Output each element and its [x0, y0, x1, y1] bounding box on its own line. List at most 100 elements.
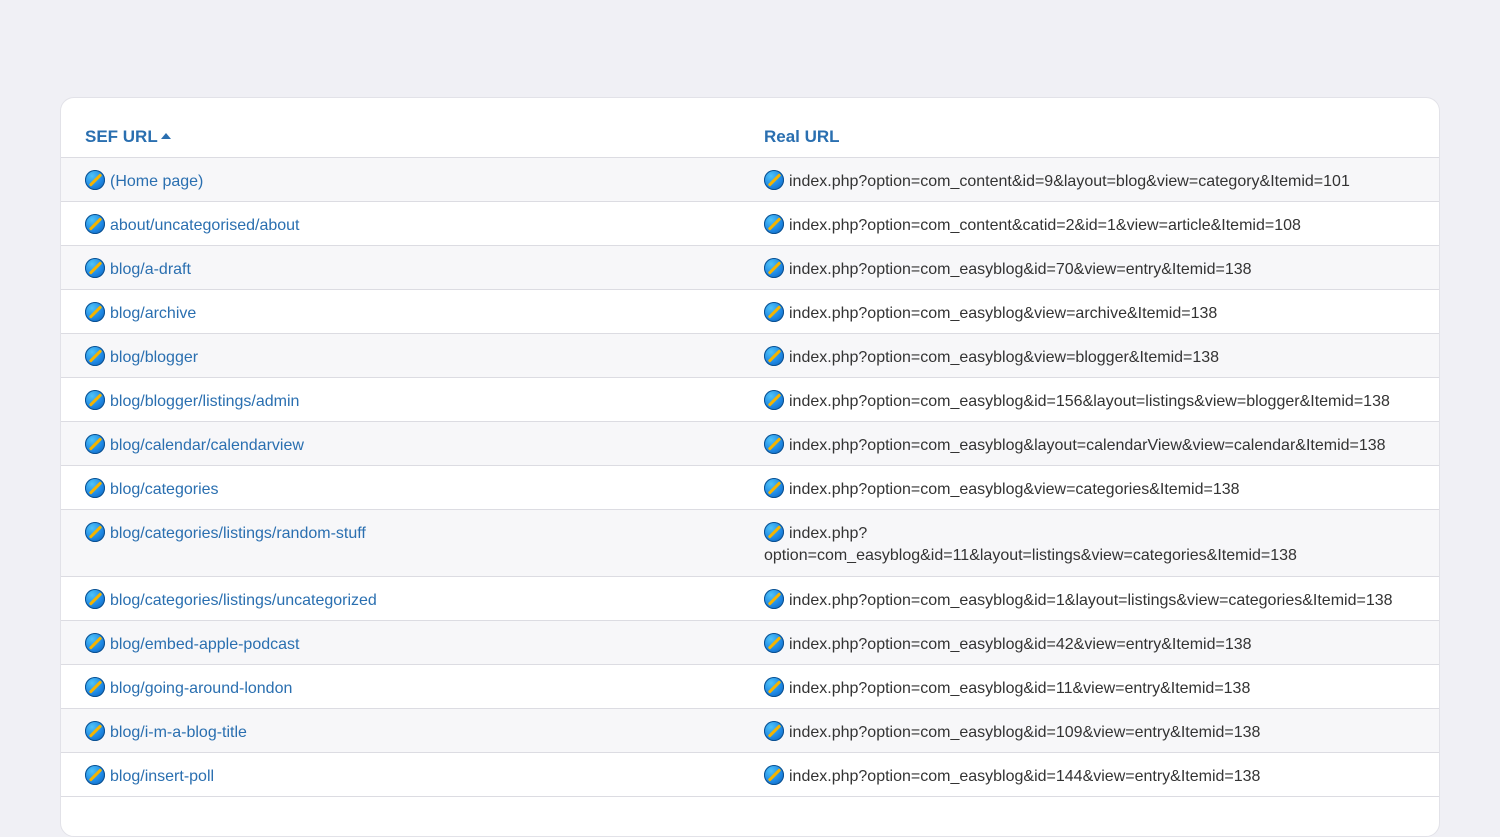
real-url-cell: index.php?option=com_easyblog&id=156&lay…: [764, 390, 1419, 413]
table-row: blog/insert-poll index.php?option=com_eas…: [61, 753, 1439, 797]
caret-up-icon: [160, 133, 171, 139]
edit-icon[interactable]: [85, 434, 105, 454]
edit-icon[interactable]: [85, 765, 105, 785]
sef-url-cell: blog/archive: [85, 302, 196, 325]
edit-icon[interactable]: [764, 390, 784, 410]
real-url-cell: index.php?option=com_easyblog&id=109&vie…: [764, 721, 1419, 744]
real-url-cell: index.php?option=com_easyblog&view=blogg…: [764, 346, 1419, 369]
edit-icon[interactable]: [85, 390, 105, 410]
real-url-text: index.php? option=com_easyblog&id=11&layo…: [764, 525, 1297, 564]
table-row: blog/archive index.php?option=com_easyblo…: [61, 290, 1439, 334]
table-row: blog/i-m-a-blog-title index.php?option=co…: [61, 709, 1439, 753]
edit-icon[interactable]: [85, 589, 105, 609]
edit-icon[interactable]: [85, 214, 105, 234]
edit-icon[interactable]: [764, 478, 784, 498]
real-url-header-label: Real URL: [764, 127, 840, 146]
sef-url-cell: blog/embed-apple-podcast: [85, 633, 299, 656]
edit-icon[interactable]: [764, 302, 784, 322]
table-row: blog/a-draft index.php?option=com_easyblo…: [61, 246, 1439, 290]
table-body: (Home page) index.php?option=com_content&…: [61, 158, 1439, 797]
edit-icon[interactable]: [764, 633, 784, 653]
edit-icon[interactable]: [764, 522, 784, 542]
real-url-text: index.php?option=com_easyblog&view=blogg…: [789, 349, 1220, 366]
real-url-cell: index.php?option=com_easyblog&id=1&layou…: [764, 589, 1419, 612]
table-row: blog/going-around-london index.php?option…: [61, 665, 1439, 709]
sef-url-cell: blog/categories/listings/random-stuff: [85, 522, 366, 545]
real-url-cell: index.php?option=com_easyblog&id=70&view…: [764, 258, 1419, 281]
sef-url-link[interactable]: (Home page): [110, 173, 203, 190]
table-row: blog/categories/listings/uncategorized in…: [61, 577, 1439, 621]
edit-icon[interactable]: [764, 214, 784, 234]
sef-url-cell: blog/insert-poll: [85, 765, 214, 788]
edit-icon[interactable]: [764, 346, 784, 366]
sef-urls-panel: SEF URL Real URL (Home page) index.php?op…: [60, 97, 1440, 837]
sef-url-link[interactable]: blog/i-m-a-blog-title: [110, 724, 247, 741]
real-url-cell: index.php? option=com_easyblog&id=11&layo…: [764, 522, 1419, 567]
edit-icon[interactable]: [764, 434, 784, 454]
real-url-cell: index.php?option=com_easyblog&view=categ…: [764, 478, 1419, 501]
sef-url-link[interactable]: blog/categories/listings/random-stuff: [110, 525, 366, 542]
real-url-cell: index.php?option=com_easyblog&id=11&view…: [764, 677, 1419, 700]
real-url-text: index.php?option=com_easyblog&id=156&lay…: [789, 393, 1390, 410]
real-url-text: index.php?option=com_easyblog&id=109&vie…: [789, 724, 1261, 741]
real-url-text: index.php?option=com_easyblog&view=archi…: [789, 305, 1218, 322]
sef-url-link[interactable]: blog/embed-apple-podcast: [110, 636, 299, 653]
table-row: (Home page) index.php?option=com_content&…: [61, 158, 1439, 202]
table-header: SEF URL Real URL: [61, 98, 1439, 158]
sef-url-link[interactable]: blog/insert-poll: [110, 768, 214, 785]
sef-url-link[interactable]: blog/categories/listings/uncategorized: [110, 592, 377, 609]
real-url-text: index.php?option=com_easyblog&id=70&view…: [789, 261, 1252, 278]
real-url-column-header[interactable]: Real URL: [764, 127, 840, 147]
sef-url-link[interactable]: blog/a-draft: [110, 261, 191, 278]
sef-url-link[interactable]: blog/calendar/calendarview: [110, 437, 304, 454]
table-row: blog/categories index.php?option=com_easy…: [61, 466, 1439, 510]
sef-url-cell: blog/calendar/calendarview: [85, 434, 304, 457]
sef-url-header-label: SEF URL: [85, 127, 158, 146]
real-url-text: index.php?option=com_easyblog&layout=cal…: [789, 437, 1386, 454]
real-url-cell: index.php?option=com_content&catid=2&id=…: [764, 214, 1419, 237]
real-url-text: index.php?option=com_content&catid=2&id=…: [789, 217, 1301, 234]
edit-icon[interactable]: [85, 478, 105, 498]
real-url-text: index.php?option=com_easyblog&view=categ…: [789, 481, 1240, 498]
real-url-text: index.php?option=com_content&id=9&layout…: [789, 173, 1350, 190]
sef-url-cell: blog/blogger: [85, 346, 198, 369]
table-row: about/uncategorised/about index.php?optio…: [61, 202, 1439, 246]
real-url-text: index.php?option=com_easyblog&id=144&vie…: [789, 768, 1261, 785]
edit-icon[interactable]: [764, 721, 784, 741]
sef-url-link[interactable]: about/uncategorised/about: [110, 217, 299, 234]
real-url-text: index.php?option=com_easyblog&id=1&layou…: [789, 592, 1393, 609]
sef-url-link[interactable]: blog/blogger/listings/admin: [110, 393, 299, 410]
edit-icon[interactable]: [85, 721, 105, 741]
real-url-cell: index.php?option=com_content&id=9&layout…: [764, 170, 1419, 193]
sef-url-cell: blog/i-m-a-blog-title: [85, 721, 247, 744]
sef-url-cell: blog/categories: [85, 478, 219, 501]
edit-icon[interactable]: [764, 589, 784, 609]
edit-icon[interactable]: [764, 677, 784, 697]
sef-url-link[interactable]: blog/going-around-london: [110, 680, 292, 697]
edit-icon[interactable]: [85, 258, 105, 278]
table-row: blog/embed-apple-podcast index.php?option…: [61, 621, 1439, 665]
edit-icon[interactable]: [85, 346, 105, 366]
edit-icon[interactable]: [764, 765, 784, 785]
edit-icon[interactable]: [85, 633, 105, 653]
table-row: blog/blogger index.php?option=com_easyblo…: [61, 334, 1439, 378]
edit-icon[interactable]: [85, 522, 105, 542]
table-row: blog/blogger/listings/admin index.php?opt…: [61, 378, 1439, 422]
sef-url-cell: blog/going-around-london: [85, 677, 292, 700]
edit-icon[interactable]: [764, 258, 784, 278]
sef-url-link[interactable]: blog/archive: [110, 305, 196, 322]
sef-url-column-header[interactable]: SEF URL: [85, 127, 171, 147]
sef-url-cell: (Home page): [85, 170, 203, 193]
sef-url-cell: blog/categories/listings/uncategorized: [85, 589, 377, 612]
real-url-text: index.php?option=com_easyblog&id=11&view…: [789, 680, 1251, 697]
edit-icon[interactable]: [85, 170, 105, 190]
sef-url-link[interactable]: blog/categories: [110, 481, 219, 498]
real-url-cell: index.php?option=com_easyblog&layout=cal…: [764, 434, 1419, 457]
sef-url-link[interactable]: blog/blogger: [110, 349, 198, 366]
real-url-cell: index.php?option=com_easyblog&id=144&vie…: [764, 765, 1419, 788]
sef-url-cell: blog/a-draft: [85, 258, 191, 281]
edit-icon[interactable]: [85, 302, 105, 322]
real-url-text: index.php?option=com_easyblog&id=42&view…: [789, 636, 1252, 653]
edit-icon[interactable]: [764, 170, 784, 190]
edit-icon[interactable]: [85, 677, 105, 697]
